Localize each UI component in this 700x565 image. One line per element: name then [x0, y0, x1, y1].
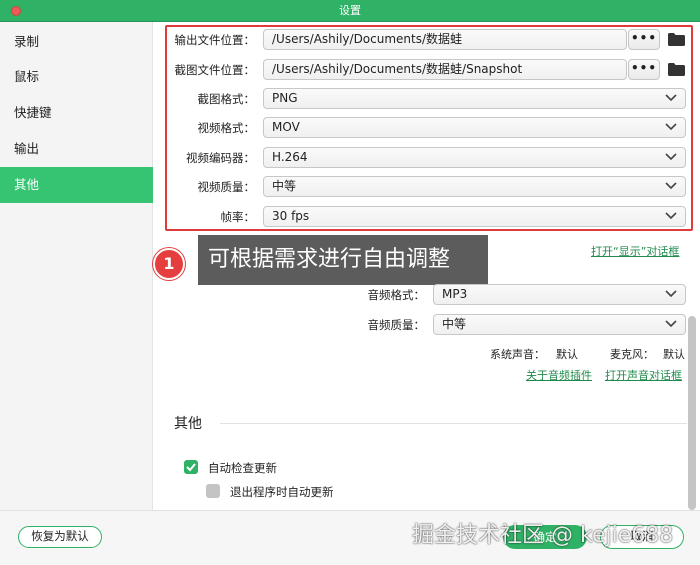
- sidebar-item-record[interactable]: 录制: [0, 24, 153, 60]
- system-sound-value: 默认: [556, 348, 578, 361]
- audio-quality-select[interactable]: 中等: [433, 314, 686, 335]
- window-title: 设置: [339, 4, 361, 17]
- reset-default-button[interactable]: 恢复为默认: [18, 526, 102, 548]
- output-location-browse-button[interactable]: •••: [628, 29, 660, 50]
- video-format-select[interactable]: MOV: [263, 117, 686, 138]
- system-sound-label: 系统声音：: [490, 348, 545, 361]
- video-codec-value: H.264: [272, 150, 308, 164]
- open-sound-dialog-link[interactable]: 打开声音对话框: [605, 367, 682, 383]
- screenshot-location-label: 截图文件位置：: [174, 63, 256, 77]
- screenshot-format-select[interactable]: PNG: [263, 88, 686, 109]
- checkmark-icon: [186, 463, 196, 472]
- audio-plugin-link[interactable]: 关于音频插件: [526, 367, 592, 383]
- video-format-label: 视频格式：: [197, 121, 256, 135]
- sidebar-item-mouse[interactable]: 鼠标: [0, 59, 153, 95]
- video-quality-label: 视频质量：: [197, 180, 256, 194]
- callout-number-badge: 1: [153, 248, 185, 280]
- audio-quality-value: 中等: [442, 317, 467, 331]
- microphone-label: 麦克风：: [610, 348, 654, 361]
- frame-rate-select[interactable]: 30 fps: [263, 206, 686, 227]
- chevron-down-icon: [665, 182, 677, 190]
- audio-format-label: 音频格式：: [367, 288, 426, 302]
- watermark-text: 掘金技术社区 @ kejie688: [412, 523, 674, 548]
- chevron-down-icon: [665, 94, 677, 102]
- output-location-label: 输出文件位置：: [174, 33, 256, 47]
- frame-rate-label: 帧率：: [220, 210, 256, 224]
- output-folder-icon[interactable]: [668, 33, 685, 46]
- audio-quality-label: 音频质量：: [367, 318, 426, 332]
- screenshot-format-value: PNG: [272, 91, 298, 105]
- audio-format-select[interactable]: MP3: [433, 284, 686, 305]
- chevron-down-icon: [665, 320, 677, 328]
- chevron-down-icon: [665, 123, 677, 131]
- auto-update-on-exit-label[interactable]: 退出程序时自动更新: [230, 484, 334, 500]
- frame-rate-value: 30 fps: [272, 209, 310, 223]
- sidebar-item-output[interactable]: 输出: [0, 131, 153, 167]
- auto-check-update-checkbox[interactable]: [184, 460, 198, 474]
- chevron-down-icon: [665, 153, 677, 161]
- open-display-dialog-link[interactable]: 打开“显示”对话框: [591, 243, 679, 259]
- scrollbar-thumb[interactable]: [688, 316, 696, 510]
- auto-update-on-exit-checkbox[interactable]: [206, 484, 220, 498]
- chevron-down-icon: [665, 212, 677, 220]
- output-location-field[interactable]: /Users/Ashily/Documents/数据蛙: [263, 29, 627, 50]
- video-codec-label: 视频编码器：: [186, 151, 255, 165]
- section-divider: [220, 423, 687, 424]
- audio-format-value: MP3: [442, 287, 468, 301]
- video-codec-select[interactable]: H.264: [263, 147, 686, 168]
- screenshot-folder-icon[interactable]: [668, 63, 685, 76]
- microphone-value: 默认: [663, 348, 685, 361]
- video-format-value: MOV: [272, 120, 300, 134]
- sidebar-item-other[interactable]: 其他: [0, 167, 153, 203]
- video-quality-select[interactable]: 中等: [263, 176, 686, 197]
- screenshot-location-field[interactable]: /Users/Ashily/Documents/数据蛙/Snapshot: [263, 59, 627, 80]
- chevron-down-icon: [665, 290, 677, 298]
- sidebar: 录制 鼠标 快捷键 输出 其他: [0, 22, 153, 510]
- callout-text: 可根据需求进行自由调整: [198, 235, 488, 285]
- screenshot-format-label: 截图格式：: [197, 92, 256, 106]
- sidebar-item-shortcuts[interactable]: 快捷键: [0, 95, 153, 131]
- auto-check-update-label[interactable]: 自动检查更新: [208, 460, 277, 476]
- title-bar: 设置: [0, 0, 700, 22]
- other-section-title: 其他: [174, 416, 202, 432]
- screenshot-location-browse-button[interactable]: •••: [628, 59, 660, 80]
- video-quality-value: 中等: [272, 179, 297, 193]
